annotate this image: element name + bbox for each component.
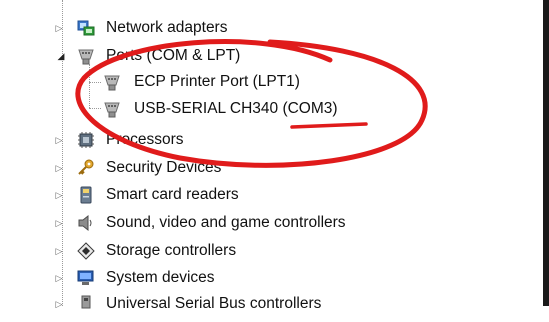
tree-item-label: System devices — [106, 269, 215, 286]
device-manager-tree: Network adapters Ports (COM & LPT) ECP P… — [0, 0, 549, 312]
tree-item-ports[interactable]: Ports (COM & LPT) — [54, 44, 414, 68]
speaker-icon — [76, 213, 96, 233]
tree-item-smart-card-readers[interactable]: Smart card readers — [54, 183, 414, 207]
tree-item-processors[interactable]: Processors — [54, 128, 414, 152]
window-border — [543, 0, 549, 306]
tree-line — [89, 64, 90, 108]
usb-connector-icon — [76, 294, 96, 314]
tree-item-label: Network adapters — [106, 19, 228, 36]
port-connector-icon — [102, 99, 122, 119]
expand-arrow-icon[interactable] — [54, 22, 64, 34]
tree-item-label: Universal Serial Bus controllers — [106, 295, 322, 312]
tree-item-label: Storage controllers — [106, 242, 237, 259]
annotation-underline — [290, 122, 368, 129]
tree-item-label: Sound, video and game controllers — [106, 214, 346, 231]
storage-controller-icon — [76, 241, 96, 261]
network-adapter-icon — [76, 18, 96, 38]
tree-item-security-devices[interactable]: Security Devices — [54, 156, 414, 180]
tree-item-ecp-printer-port[interactable]: ECP Printer Port (LPT1) — [102, 70, 402, 94]
tree-item-label: USB-SERIAL CH340 (COM3) — [134, 100, 338, 117]
tree-item-usb-controllers[interactable]: Universal Serial Bus controllers — [54, 292, 434, 316]
port-connector-icon — [76, 46, 96, 66]
expand-arrow-icon[interactable] — [54, 134, 64, 146]
tree-item-label: Security Devices — [106, 159, 222, 176]
tree-item-sound-video-game[interactable]: Sound, video and game controllers — [54, 211, 434, 235]
system-devices-icon — [76, 268, 96, 288]
tree-item-label: Smart card readers — [106, 186, 239, 203]
tree-item-label: ECP Printer Port (LPT1) — [134, 73, 300, 90]
processor-chip-icon — [76, 130, 96, 150]
collapse-arrow-icon[interactable] — [56, 50, 66, 62]
security-key-icon — [76, 158, 96, 178]
expand-arrow-icon[interactable] — [54, 189, 64, 201]
expand-arrow-icon[interactable] — [54, 245, 64, 257]
expand-arrow-icon[interactable] — [54, 217, 64, 229]
expand-arrow-icon[interactable] — [54, 162, 64, 174]
port-connector-icon — [102, 72, 122, 92]
tree-item-system-devices[interactable]: System devices — [54, 266, 414, 290]
tree-line — [89, 108, 101, 109]
tree-item-label: Ports (COM & LPT) — [106, 47, 241, 64]
tree-item-storage-controllers[interactable]: Storage controllers — [54, 239, 414, 263]
expand-arrow-icon[interactable] — [54, 272, 64, 284]
smart-card-reader-icon — [76, 185, 96, 205]
tree-line — [89, 82, 101, 83]
expand-arrow-icon[interactable] — [54, 298, 64, 310]
tree-item-network-adapters[interactable]: Network adapters — [54, 16, 414, 40]
tree-item-usb-serial-ch340[interactable]: USB-SERIAL CH340 (COM3) — [102, 97, 402, 121]
tree-item-label: Processors — [106, 131, 184, 148]
